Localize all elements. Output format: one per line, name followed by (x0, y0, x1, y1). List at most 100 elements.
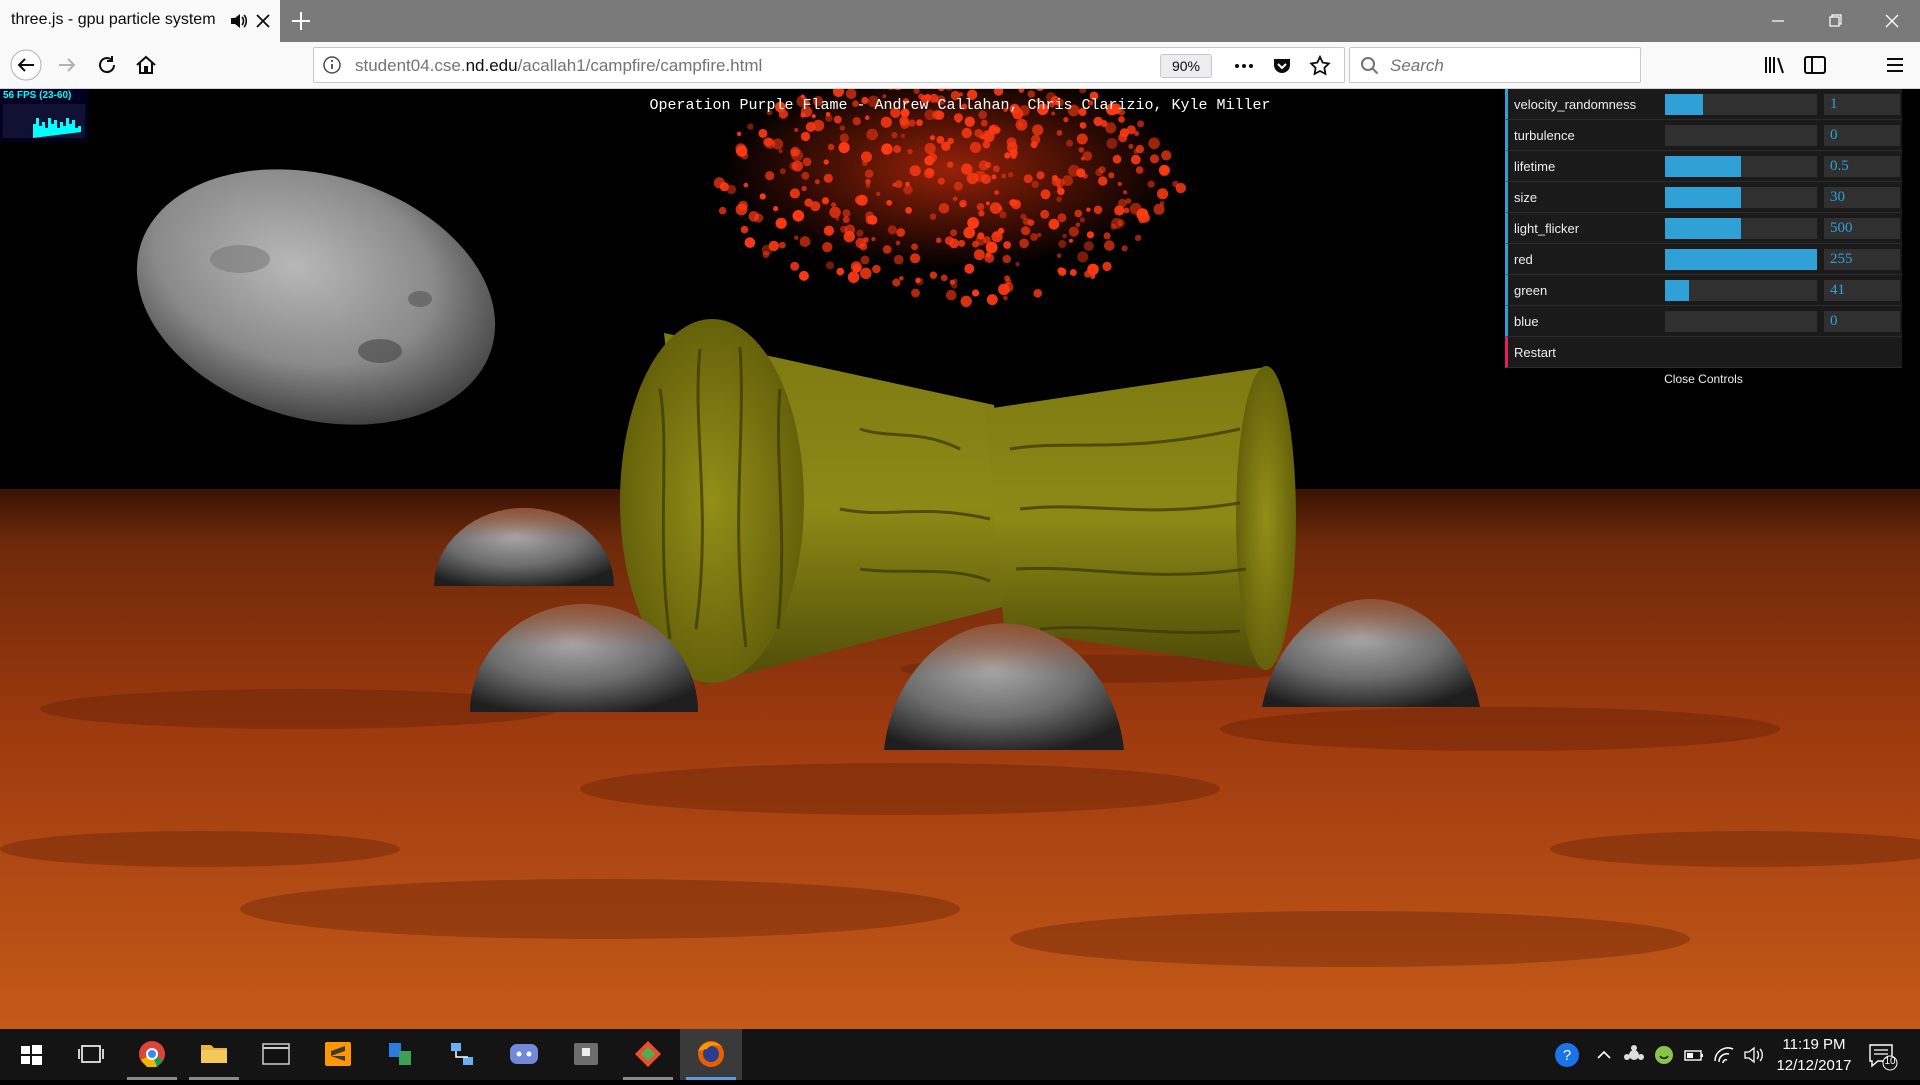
control-slider[interactable] (1665, 156, 1817, 177)
search-bar[interactable] (1349, 47, 1641, 83)
back-icon[interactable] (10, 49, 42, 81)
fire-particle (801, 171, 810, 180)
minimize-icon[interactable] (1758, 8, 1798, 34)
fire-particle (800, 131, 811, 142)
fire-particle (1002, 254, 1011, 264)
bookmark-star-icon[interactable] (1308, 54, 1332, 78)
fire-particle (891, 132, 898, 139)
fire-particle (1032, 124, 1044, 136)
clock-date: 12/12/2017 (1776, 1057, 1852, 1074)
fire-particle (1118, 198, 1127, 208)
taskbar-chrome-icon[interactable] (121, 1029, 183, 1080)
restart-button[interactable]: Restart (1505, 337, 1902, 368)
control-value-input[interactable]: 0.5 (1824, 156, 1900, 177)
fire-particle (1087, 263, 1099, 276)
wifi-icon[interactable] (1712, 1043, 1736, 1067)
fire-particle (899, 116, 909, 126)
control-value-input[interactable]: 255 (1824, 249, 1900, 270)
control-value-input[interactable]: 500 (1824, 218, 1900, 239)
fire-particle (952, 196, 958, 202)
speaker-icon[interactable] (228, 10, 250, 32)
sidebar-icon[interactable] (1800, 50, 1830, 80)
window-close-icon[interactable] (1872, 8, 1912, 34)
slider-fill (1665, 280, 1690, 301)
chevron-up-icon[interactable] (1592, 1043, 1616, 1067)
more-actions-icon[interactable] (1232, 54, 1256, 78)
control-value-input[interactable]: 30 (1824, 187, 1900, 208)
close-controls-button[interactable]: Close Controls (1505, 368, 1902, 390)
url-text[interactable]: student04.cse.nd.edu/acallah1/campfire/c… (355, 56, 762, 76)
control-slider[interactable] (1665, 125, 1817, 146)
control-label: turbulence (1514, 128, 1575, 143)
control-value-input[interactable]: 0 (1824, 311, 1900, 332)
fire-particle (925, 168, 935, 177)
fire-particle (910, 253, 921, 264)
fire-particle (1057, 213, 1067, 223)
control-label: lifetime (1514, 159, 1556, 174)
fps-stats-panel[interactable]: 56 FPS (23-60) (0, 89, 88, 141)
taskbar-network-icon[interactable] (431, 1029, 493, 1080)
fire-particle (963, 226, 975, 239)
taskbar-app-icon[interactable] (369, 1029, 431, 1080)
control-label: blue (1514, 314, 1539, 329)
zoom-indicator[interactable]: 90% (1160, 54, 1212, 78)
taskbar-sublime-text-icon[interactable] (307, 1029, 369, 1080)
control-value-input[interactable]: 41 (1824, 280, 1900, 301)
fire-particle (960, 295, 972, 307)
help-icon[interactable]: ? (1553, 1041, 1581, 1069)
taskbar-file-explorer-icon[interactable] (183, 1029, 245, 1080)
fire-particle (860, 255, 870, 265)
fire-particles (713, 89, 1187, 307)
fire-particle (762, 251, 770, 258)
home-icon[interactable] (131, 50, 161, 80)
control-value-input[interactable]: 0 (1824, 125, 1900, 146)
volume-icon[interactable] (1742, 1043, 1766, 1067)
taskbar-discord-icon[interactable] (493, 1029, 555, 1080)
control-slider[interactable] (1665, 94, 1817, 115)
fire-particle (976, 203, 985, 211)
fire-particle (866, 128, 878, 141)
action-center-button[interactable]: 10 (1866, 1041, 1898, 1071)
close-tab-icon[interactable] (252, 10, 274, 32)
control-slider[interactable] (1665, 218, 1817, 239)
url-bar[interactable]: student04.cse.nd.edu/acallah1/campfire/c… (313, 47, 1345, 83)
fire-particle (1027, 219, 1035, 227)
windows-taskbar: ? 11:19 PM 12/12/2017 10 (0, 1029, 1920, 1080)
taskbar-git-icon[interactable] (617, 1029, 679, 1080)
browser-tab[interactable]: three.js - gpu particle system (0, 0, 280, 42)
tray-status-icon[interactable] (1652, 1043, 1676, 1067)
library-icon[interactable] (1760, 50, 1790, 80)
task-view-icon[interactable] (60, 1029, 122, 1080)
taskbar-terminal-icon[interactable] (245, 1029, 307, 1080)
fire-particle (826, 261, 834, 270)
fire-particle (911, 288, 920, 298)
control-slider[interactable] (1665, 311, 1817, 332)
control-slider[interactable] (1665, 249, 1817, 270)
restore-icon[interactable] (1815, 8, 1855, 34)
fire-particle (1006, 137, 1017, 148)
control-slider[interactable] (1665, 187, 1817, 208)
reload-icon[interactable] (92, 50, 122, 80)
battery-icon[interactable] (1682, 1043, 1706, 1067)
control-value-input[interactable]: 1 (1824, 94, 1900, 115)
new-tab-icon[interactable] (288, 8, 314, 34)
tray-app-icon[interactable] (1622, 1043, 1646, 1067)
fire-particle (991, 174, 997, 180)
fire-particle (949, 279, 955, 285)
windows-start-icon[interactable] (0, 1029, 62, 1080)
system-clock[interactable]: 11:19 PM 12/12/2017 (1766, 1034, 1862, 1076)
info-icon[interactable] (322, 55, 342, 75)
fire-particle (1020, 213, 1027, 220)
fire-particle (950, 229, 958, 237)
taskbar-app2-icon[interactable] (555, 1029, 617, 1080)
fire-particle (839, 125, 846, 131)
menu-icon[interactable] (1880, 50, 1910, 80)
pocket-icon[interactable] (1270, 54, 1294, 78)
fire-particle (893, 254, 904, 265)
taskbar-firefox-icon[interactable] (680, 1029, 742, 1080)
control-slider[interactable] (1665, 280, 1817, 301)
forward-icon[interactable] (52, 50, 82, 80)
search-input[interactable] (1388, 51, 1632, 81)
fire-particle (886, 199, 893, 206)
fire-particle (856, 229, 864, 237)
